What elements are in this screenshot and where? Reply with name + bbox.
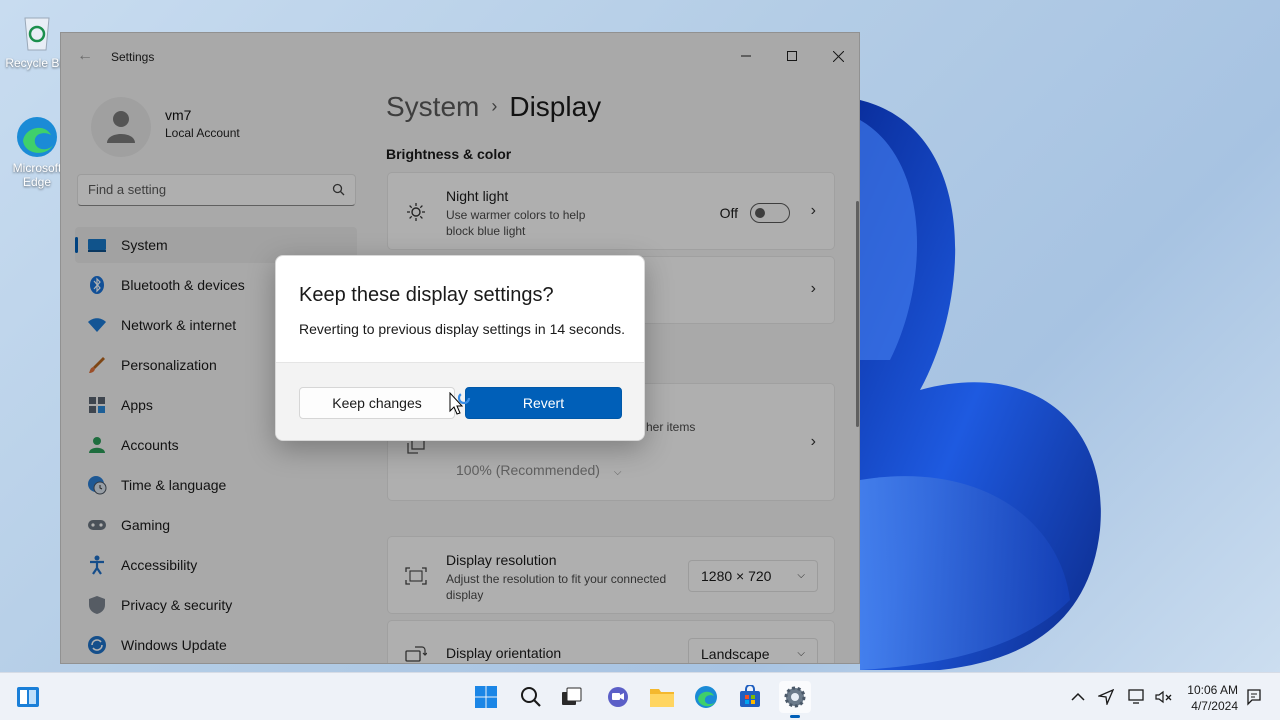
dialog-title: Keep these display settings? [299,284,554,306]
file-explorer-icon [650,689,674,707]
notifications-button[interactable] [1244,687,1264,707]
settings-button[interactable] [779,681,811,718]
location-button[interactable] [1096,687,1116,707]
location-arrow-icon [1098,689,1114,705]
keep-changes-button[interactable]: Keep changes [299,387,455,419]
edge-icon [15,115,59,159]
network-icon [1128,689,1144,704]
edge-button[interactable] [690,681,722,713]
dialog-message: Reverting to previous display settings i… [299,321,626,337]
chat-icon [608,687,628,707]
start-button[interactable] [470,681,502,713]
revert-button[interactable]: Revert [465,387,622,419]
widgets-icon [17,687,39,707]
chevron-up-icon [1071,692,1085,701]
taskbar: 10:06 AM 4/7/2024 [0,672,1280,720]
task-view-button[interactable] [556,681,588,713]
edge-icon [695,686,717,708]
store-icon [740,685,760,707]
notification-icon [1247,689,1261,706]
settings-icon [784,686,806,708]
network-button[interactable] [1128,687,1148,707]
clock-time: 10:06 AM [1187,683,1238,697]
chat-button[interactable] [602,681,634,713]
widgets-button[interactable] [12,681,44,713]
busy-cursor-icon [449,392,471,415]
volume-button[interactable] [1154,687,1174,707]
recycle-bin-icon [15,10,59,54]
search-icon [521,687,541,707]
desktop-icon-label: Microsoft Edge [12,161,62,189]
store-button[interactable] [734,681,766,713]
file-explorer-button[interactable] [646,681,678,713]
clock-date: 4/7/2024 [1191,699,1238,713]
task-view-icon [562,687,582,705]
show-hidden-icons-button[interactable] [1068,687,1088,707]
taskbar-clock[interactable]: 10:06 AM 4/7/2024 [1186,682,1238,714]
search-button[interactable] [515,681,547,713]
start-icon [475,686,497,708]
volume-muted-icon [1155,690,1172,704]
